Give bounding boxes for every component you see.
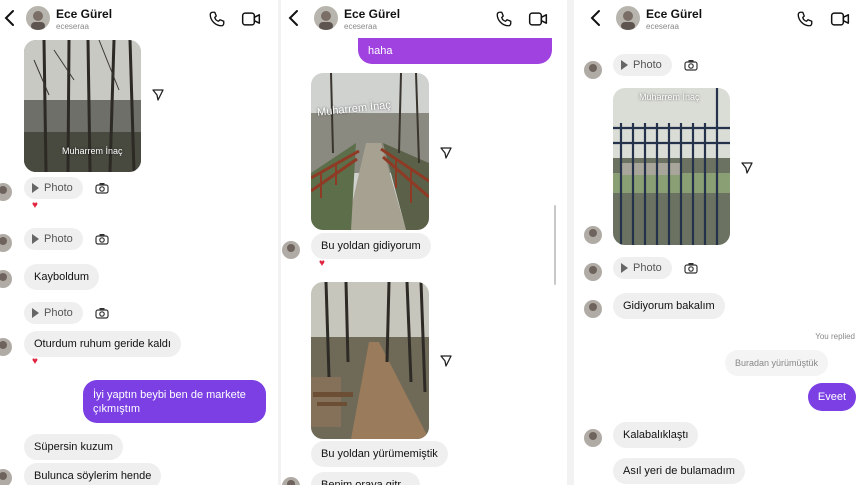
message-received[interactable]: Bulunca söylerim hende <box>24 463 162 485</box>
contact-name[interactable]: Ece Gürel <box>646 7 702 21</box>
contact-avatar-small <box>584 263 602 281</box>
back-icon[interactable] <box>2 8 18 28</box>
contact-avatar-small <box>0 270 12 288</box>
play-icon <box>621 60 628 70</box>
video-call-icon[interactable] <box>528 10 548 28</box>
scrollbar[interactable] <box>554 205 556 285</box>
contact-avatar[interactable] <box>616 6 640 30</box>
message-received[interactable]: Asıl yeri de bulamadım <box>613 458 745 484</box>
contact-avatar-small <box>0 183 12 201</box>
play-icon <box>621 263 628 273</box>
back-icon[interactable] <box>286 8 302 28</box>
contact-username: eceseraa <box>344 22 377 31</box>
heart-icon: ♥ <box>32 200 38 211</box>
message-sent[interactable]: Eveet <box>808 383 856 411</box>
contact-avatar-small <box>0 338 12 356</box>
photo-label: Photo <box>633 59 662 71</box>
bridge-path-photo[interactable]: Muharrem İnaç <box>311 73 429 230</box>
chat-panel-2: Ece Gürel eceseraa haha Muharrem İnaç Bu… <box>281 0 567 485</box>
message-received[interactable]: Kalabalıklaştı <box>613 422 699 448</box>
photo-attachment[interactable]: Photo <box>613 257 672 279</box>
phone-icon[interactable] <box>208 10 226 28</box>
photo-attachment[interactable]: Photo <box>613 54 672 76</box>
forest-trail-photo[interactable] <box>311 282 429 439</box>
chat-header: Ece Gürel eceseraa <box>281 0 567 36</box>
heart-icon: ♥ <box>319 258 325 269</box>
back-icon[interactable] <box>588 8 604 28</box>
photo-attachment[interactable]: Photo <box>24 302 83 324</box>
contact-name[interactable]: Ece Gürel <box>344 7 400 21</box>
contact-username: eceseraa <box>56 22 89 31</box>
share-icon[interactable] <box>440 355 452 367</box>
contact-avatar-small <box>0 234 12 252</box>
heart-icon: ♥ <box>32 356 38 367</box>
contact-avatar-small <box>0 469 12 485</box>
photo-attachment[interactable]: Photo <box>24 177 83 199</box>
share-icon[interactable] <box>741 162 753 174</box>
share-icon[interactable] <box>152 89 164 101</box>
contact-avatar-small <box>282 241 300 259</box>
chat-panel-3: Ece Gürel eceseraa Photo Muharrem İnaç P… <box>574 0 860 485</box>
contact-avatar[interactable] <box>314 6 338 30</box>
replied-label: You replied <box>815 332 855 341</box>
quoted-message[interactable]: Buradan yürümüştük <box>725 350 829 376</box>
photo-attachment[interactable]: Photo <box>24 228 83 250</box>
message-sent[interactable]: İyi yaptın beybi ben de markete çıkmıştı… <box>83 380 266 423</box>
forest-lake-photo[interactable]: Muharrem İnaç <box>24 40 141 172</box>
contact-username: eceseraa <box>646 22 679 31</box>
photo-label: Photo <box>44 233 73 245</box>
photo-watermark: Muharrem İnaç <box>62 146 123 156</box>
camera-icon[interactable] <box>684 59 698 71</box>
message-received[interactable]: Bu yoldan gidiyorum <box>311 233 431 259</box>
message-received[interactable]: Gidiyorum bakalım <box>613 293 725 319</box>
contact-avatar-small <box>584 226 602 244</box>
chat-panel-1: Ece Gürel eceseraa Muharrem İnaç Photo ♥… <box>0 0 278 485</box>
message-received[interactable]: Kayboldum <box>24 264 100 290</box>
camera-icon[interactable] <box>95 233 109 245</box>
contact-avatar-small <box>584 429 602 447</box>
message-received[interactable]: Oturdum ruhum geride kaldı <box>24 331 181 357</box>
chat-header: Ece Gürel eceseraa <box>0 0 278 36</box>
message-received[interactable]: Süpersin kuzum <box>24 434 123 460</box>
phone-icon[interactable] <box>495 10 513 28</box>
panel-divider <box>567 0 574 485</box>
message-received[interactable]: Benim oraya gitr... <box>311 472 420 485</box>
photo-label: Photo <box>44 307 73 319</box>
share-icon[interactable] <box>440 147 452 159</box>
message-sent[interactable]: haha <box>358 38 552 64</box>
camera-icon[interactable] <box>95 307 109 319</box>
contact-avatar[interactable] <box>26 6 50 30</box>
camera-icon[interactable] <box>684 262 698 274</box>
contact-name[interactable]: Ece Gürel <box>56 7 112 21</box>
contact-avatar-small <box>584 61 602 79</box>
photo-label: Photo <box>633 262 662 274</box>
message-received[interactable]: Bu yoldan yürümemiştik <box>311 441 448 467</box>
play-icon <box>32 183 39 193</box>
gate-fence-photo[interactable]: Muharrem İnaç <box>613 88 730 245</box>
video-call-icon[interactable] <box>830 10 850 28</box>
photo-watermark: Muharrem İnaç <box>639 92 700 102</box>
chat-header: Ece Gürel eceseraa <box>574 0 860 36</box>
photo-label: Photo <box>44 182 73 194</box>
camera-icon[interactable] <box>95 182 109 194</box>
video-call-icon[interactable] <box>241 10 261 28</box>
contact-avatar-small <box>282 477 300 485</box>
play-icon <box>32 308 39 318</box>
play-icon <box>32 234 39 244</box>
contact-avatar-small <box>584 300 602 318</box>
phone-icon[interactable] <box>796 10 814 28</box>
